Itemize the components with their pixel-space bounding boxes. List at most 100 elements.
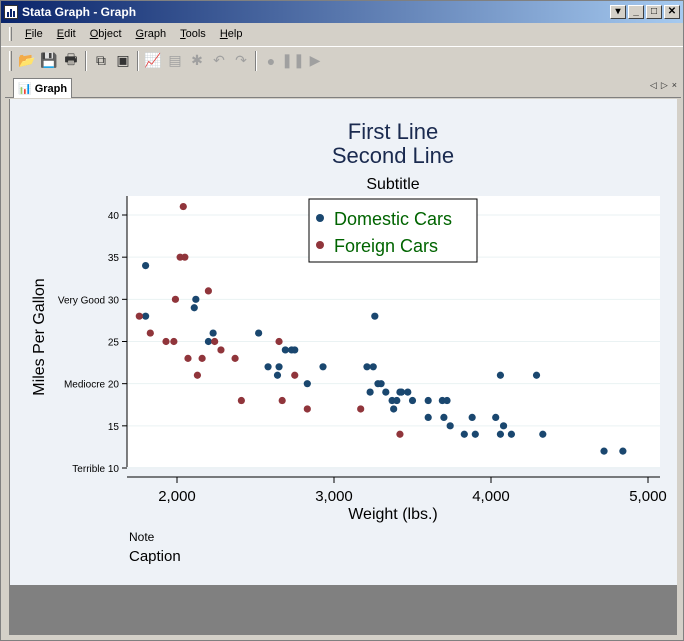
data-point-domestic bbox=[303, 380, 311, 388]
data-point-foreign bbox=[396, 430, 404, 438]
save-icon[interactable]: 💾 bbox=[38, 50, 60, 72]
menu-label-rest: dit bbox=[64, 28, 76, 40]
y-tick-label: 40 bbox=[108, 211, 120, 222]
menu-accelerator: F bbox=[25, 28, 32, 40]
x-axis-title: Weight (lbs.) bbox=[348, 506, 438, 523]
toolbar-grip[interactable] bbox=[9, 50, 12, 71]
print-icon[interactable]: 🖶 bbox=[60, 50, 82, 72]
y-tick-label: 35 bbox=[108, 253, 120, 264]
menu-accelerator: G bbox=[135, 28, 145, 40]
data-point-domestic bbox=[142, 312, 150, 320]
data-point-foreign bbox=[184, 354, 192, 362]
copy-icon[interactable]: ⧉ bbox=[90, 50, 112, 72]
data-point-domestic bbox=[291, 346, 299, 354]
pause-icon[interactable]: ❚❚ bbox=[281, 50, 304, 72]
window-title: Stata Graph - Graph bbox=[22, 5, 137, 19]
play-icon[interactable]: ▶ bbox=[304, 50, 326, 72]
data-point-domestic bbox=[319, 363, 327, 371]
data-point-domestic bbox=[190, 304, 198, 312]
y-tick-label: Terrible 10 bbox=[72, 464, 119, 475]
data-point-domestic bbox=[492, 413, 500, 421]
data-point-domestic bbox=[255, 329, 263, 337]
data-point-foreign bbox=[198, 354, 206, 362]
data-point-foreign bbox=[193, 371, 202, 379]
toolbar-separator bbox=[137, 50, 139, 71]
data-point-domestic bbox=[471, 430, 479, 438]
menubar-grip[interactable] bbox=[9, 27, 12, 41]
x-tick-label: 3,000 bbox=[315, 488, 353, 505]
data-point-domestic bbox=[382, 388, 390, 396]
restore-button[interactable]: ▾ bbox=[610, 5, 626, 19]
legend: Domestic Cars Foreign Cars bbox=[308, 198, 478, 263]
record-icon[interactable]: ● bbox=[260, 50, 282, 72]
data-point-domestic bbox=[460, 430, 468, 438]
graph-editor-icon[interactable]: 📈 bbox=[142, 50, 164, 72]
rename-icon[interactable]: ▣ bbox=[112, 50, 134, 72]
data-point-domestic bbox=[377, 380, 385, 388]
data-point-domestic bbox=[369, 363, 377, 371]
legend-marker-foreign bbox=[316, 241, 324, 249]
close-button[interactable]: ✕ bbox=[664, 5, 680, 19]
y-tick-label: 15 bbox=[108, 422, 120, 433]
menu-label-rest: ile bbox=[31, 28, 43, 40]
tab-graph[interactable]: 📊 Graph bbox=[13, 78, 73, 98]
data-point-domestic bbox=[142, 262, 150, 270]
data-point-domestic bbox=[264, 363, 272, 371]
x-tick-label: 2,000 bbox=[158, 488, 196, 505]
data-point-domestic bbox=[281, 346, 289, 354]
menu-accelerator: H bbox=[219, 28, 228, 40]
tab-prev-icon[interactable]: ◁ bbox=[650, 80, 657, 91]
chart-title-line-2: Second Line bbox=[332, 143, 454, 168]
chart-subtitle: Subtitle bbox=[366, 176, 419, 193]
data-point-foreign bbox=[291, 371, 299, 379]
data-point-domestic bbox=[440, 413, 448, 421]
redo-icon[interactable]: ↷ bbox=[230, 50, 252, 72]
tab-bar: 📊 Graph ◁ ▷ × bbox=[5, 76, 681, 98]
stata-graph-window: Stata Graph - Graph ▾ _ □ ✕ File Edit Obje… bbox=[0, 0, 684, 641]
data-point-domestic bbox=[390, 405, 398, 413]
minimize-button[interactable]: _ bbox=[628, 5, 644, 19]
scatter-chart: Terrible 10 15 Mediocre 20 25 Very Good 30 35… bbox=[31, 119, 667, 565]
object-browser-icon[interactable]: ▤ bbox=[164, 50, 186, 72]
graph-canvas[interactable]: Terrible 10 15 Mediocre 20 25 Very Good 30 35… bbox=[9, 99, 677, 585]
menu-label-rest: bject bbox=[98, 28, 122, 40]
open-graph-icon[interactable]: 📂 bbox=[16, 50, 38, 72]
menu-edit[interactable]: Edit bbox=[50, 28, 83, 40]
menu-graph[interactable]: Graph bbox=[129, 28, 174, 40]
tab-label: Graph bbox=[34, 82, 68, 95]
data-point-domestic bbox=[499, 422, 508, 430]
data-point-foreign bbox=[162, 337, 170, 346]
maximize-button[interactable]: □ bbox=[646, 5, 662, 19]
data-point-domestic bbox=[496, 371, 505, 379]
data-point-foreign bbox=[217, 346, 225, 354]
data-point-foreign bbox=[135, 312, 143, 320]
data-point-foreign bbox=[171, 295, 180, 303]
pointer-icon[interactable]: ✱ bbox=[186, 50, 208, 72]
chart-caption: Caption bbox=[129, 548, 181, 565]
data-point-domestic bbox=[532, 371, 541, 379]
tab-next-icon[interactable]: ▷ bbox=[661, 80, 668, 91]
data-point-domestic bbox=[275, 363, 283, 371]
menu-tools[interactable]: Tools bbox=[173, 28, 213, 40]
undo-icon[interactable]: ↶ bbox=[208, 50, 230, 72]
data-point-domestic bbox=[424, 413, 432, 421]
title-bar[interactable]: Stata Graph - Graph ▾ _ □ ✕ bbox=[1, 1, 683, 23]
toolbar-separator bbox=[85, 50, 87, 71]
data-point-domestic bbox=[209, 329, 217, 337]
data-point-domestic bbox=[273, 371, 282, 379]
data-point-foreign bbox=[170, 337, 178, 346]
data-point-domestic bbox=[363, 363, 371, 371]
menu-accelerator: O bbox=[89, 28, 99, 40]
x-tick-label: 4,000 bbox=[472, 488, 510, 505]
menu-object[interactable]: Object bbox=[83, 28, 129, 40]
menu-help[interactable]: Help bbox=[213, 28, 250, 40]
data-point-domestic bbox=[619, 447, 627, 455]
data-point-domestic bbox=[507, 430, 516, 438]
graph-window-background bbox=[9, 585, 677, 635]
chart-title-line-1: First Line bbox=[348, 119, 438, 144]
data-point-domestic bbox=[397, 388, 406, 396]
tab-close-icon[interactable]: × bbox=[672, 80, 677, 91]
y-tick-label: 25 bbox=[108, 338, 120, 349]
data-point-foreign bbox=[303, 405, 311, 413]
menu-file[interactable]: File bbox=[18, 28, 50, 40]
